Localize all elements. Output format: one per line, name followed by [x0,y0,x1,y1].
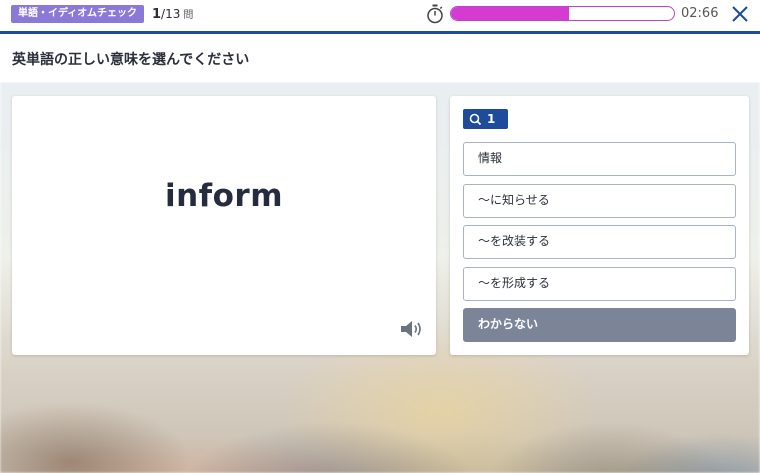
dont-know-button[interactable]: わからない [463,308,736,342]
stopwatch-icon [427,4,443,24]
english-word: inform [164,178,284,214]
instruction-text: 英単語の正しい意味を選んでください [12,52,250,68]
category-badge: 単語・イディオムチェック [11,5,144,23]
question-counter: 1/13 問 [152,6,193,24]
answer-panel: 1 情報 ～に知らせる ～を改装する ～を形成する わからない [450,96,749,355]
current-question-number: 1 [152,7,162,22]
question-unit: 問 [183,10,194,21]
header: 単語・イディオムチェック 1/13 問 02:66 [0,0,760,31]
question-number-badge: 1 [463,109,508,129]
answer-option-4[interactable]: ～を形成する [463,267,736,301]
word-card: inform [12,96,436,355]
timer-text: 02:66 [681,6,719,21]
answer-option-1[interactable]: 情報 [463,142,736,176]
timer-progress-fill [451,7,570,20]
timer-progress-bar [450,6,675,21]
close-button[interactable] [730,4,750,24]
answer-option-2[interactable]: ～に知らせる [463,184,736,218]
answer-option-3[interactable]: ～を改装する [463,225,736,259]
instruction-bar: 英単語の正しい意味を選んでください [0,34,760,82]
question-number: 1 [487,112,496,126]
speaker-icon[interactable] [399,318,425,340]
search-icon [469,113,482,126]
total-questions: /13 [161,7,181,21]
